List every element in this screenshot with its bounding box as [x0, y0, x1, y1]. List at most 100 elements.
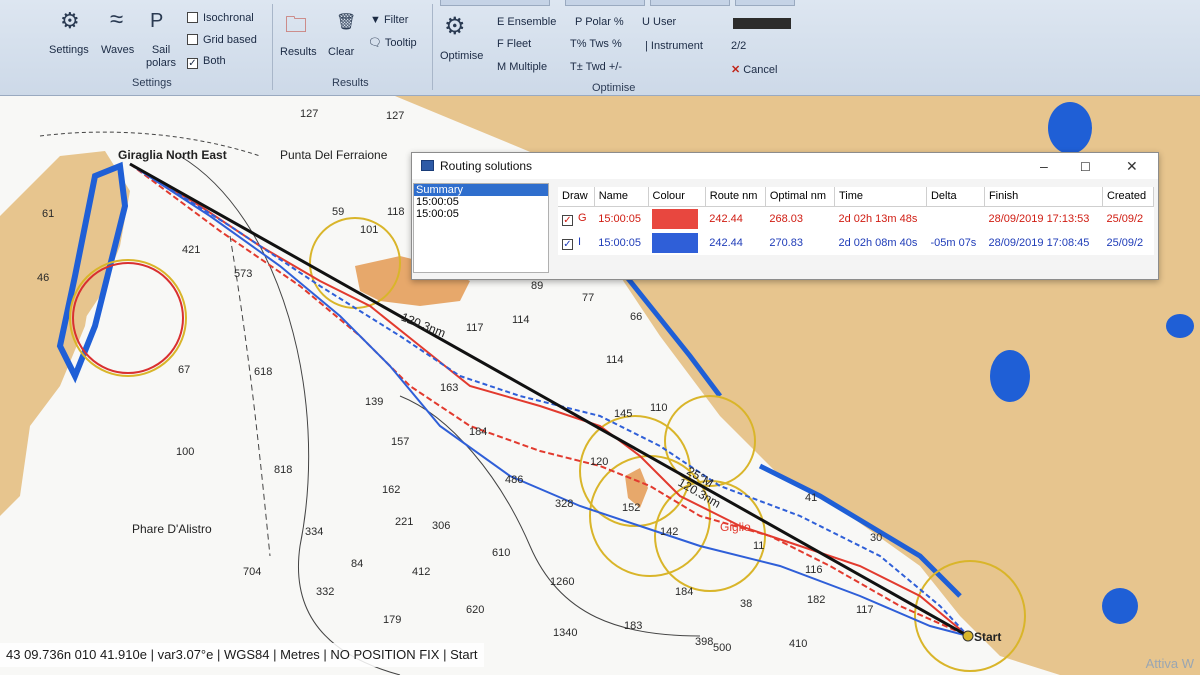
depth-sounding: 127 [300, 108, 319, 120]
column-header-draw[interactable]: Draw [558, 187, 595, 207]
minimize-icon[interactable]: – [1040, 158, 1048, 174]
depth-sounding: 127 [386, 110, 405, 122]
list-item-summary[interactable]: Summary [414, 184, 548, 196]
waves-icon[interactable]: ≈ [110, 6, 123, 34]
cancel-x-icon: ✕ [731, 64, 741, 76]
instrument-button[interactable]: | Instrument [645, 40, 703, 52]
depth-sounding: 1340 [553, 627, 578, 639]
ribbon-tab-tools[interactable] [565, 0, 645, 6]
column-header-time[interactable]: Time [834, 187, 927, 207]
both-checkbox[interactable]: ✓ Both [187, 55, 226, 69]
grid-based-checkbox[interactable]: Grid based [187, 34, 257, 46]
group-separator [272, 4, 273, 90]
close-icon[interactable]: ✕ [1126, 158, 1138, 175]
column-header-created[interactable]: Created [1102, 187, 1155, 207]
name-cell: 15:00:05 [598, 236, 642, 249]
depth-sounding: 30 [870, 532, 883, 544]
column-header-name[interactable]: Name [594, 187, 649, 207]
depth-sounding: 117 [856, 604, 874, 616]
draw-checkbox[interactable]: ✓ [562, 238, 573, 250]
ensemble-button[interactable]: E Ensemble [497, 16, 556, 28]
colour-swatch[interactable] [652, 208, 699, 229]
checkbox-box[interactable] [187, 12, 198, 23]
column-header-delta[interactable]: Delta [926, 187, 985, 207]
table-row[interactable]: ✓ I 15:00:05 242.44 270.83 2d 02h 08m 40s… [558, 231, 1154, 255]
filter-button[interactable]: ▼ Filter [370, 14, 408, 26]
draw-checkbox[interactable]: ✓ [562, 214, 573, 226]
colour-cell[interactable] [648, 206, 705, 231]
clear-button[interactable]: Clear [328, 46, 354, 58]
depth-sounding: 500 [713, 642, 732, 654]
depth-sounding: 11 [753, 540, 765, 552]
depth-sounding: 110 [650, 402, 668, 414]
depth-sounding: 306 [432, 520, 451, 532]
route-letter: G [578, 211, 587, 224]
optimise-button[interactable]: Optimise [440, 50, 483, 62]
dialog-titlebar[interactable]: Routing solutions – ☐ ✕ [412, 153, 1158, 179]
column-header-finish[interactable]: Finish [984, 187, 1103, 207]
sail-polars-button[interactable]: Sail polars [143, 44, 179, 70]
depth-sounding: 157 [391, 436, 410, 448]
depth-sounding: 410 [789, 638, 808, 650]
gear-icon[interactable]: ⚙ [60, 8, 80, 34]
both-label: Both [203, 55, 226, 67]
table-row[interactable]: ✓ G 15:00:05 242.44 268.03 2d 02h 13m 48s… [558, 206, 1154, 231]
column-header-route-nm[interactable]: Route nm [705, 187, 766, 207]
ribbon-tab-optimise[interactable] [440, 0, 550, 6]
group-separator [432, 4, 433, 90]
polar-p-icon[interactable]: P [150, 10, 163, 33]
depth-sounding: 41 [805, 492, 818, 504]
results-button[interactable]: Results [280, 46, 317, 58]
cancel-button[interactable]: ✕ Cancel [731, 63, 777, 76]
depth-sounding: 618 [254, 366, 273, 378]
depth-sounding: 162 [382, 484, 401, 496]
depth-sounding: 412 [412, 566, 431, 578]
user-button[interactable]: U User [642, 16, 676, 28]
solutions-list[interactable]: Summary 15:00:05 15:00:05 [413, 183, 549, 273]
depth-sounding: 398 [695, 636, 714, 648]
depth-sounding: 704 [243, 566, 262, 578]
checkbox-checked[interactable]: ✓ [187, 58, 198, 69]
depth-sounding: 77 [582, 292, 595, 304]
depth-sounding: 163 [440, 382, 459, 394]
settings-button[interactable]: Settings [49, 44, 89, 56]
multiple-button[interactable]: M Multiple [497, 61, 547, 73]
ribbon-tab-playback[interactable] [650, 0, 730, 6]
depth-sounding: 66 [630, 311, 643, 323]
tws-pct-button[interactable]: T% Tws % [570, 38, 622, 50]
maximize-icon[interactable]: ☐ [1080, 160, 1091, 174]
depth-sounding: 67 [178, 364, 191, 376]
fleet-button[interactable]: F Fleet [497, 38, 531, 50]
depth-sounding: 221 [395, 516, 414, 528]
draw-cell[interactable]: ✓ G [558, 206, 594, 231]
ribbon-tab-user[interactable] [735, 0, 795, 6]
column-header-colour[interactable]: Colour [648, 187, 706, 207]
tooltip-button[interactable]: 🗨 Tooltip [368, 36, 417, 49]
list-item[interactable]: 15:00:05 [414, 196, 548, 208]
trash-icon[interactable]: 🗑 [336, 12, 356, 32]
filter-label: Filter [383, 14, 409, 26]
list-item[interactable]: 15:00:05 [414, 208, 548, 220]
route-letter: I [578, 235, 582, 248]
tooltip-icon: 🗨 [368, 37, 385, 49]
created-cell: 25/09/2 [1106, 212, 1144, 225]
polar-pct-button[interactable]: P Polar % [575, 16, 624, 28]
place-label-start: Start [974, 630, 1002, 644]
depth-sounding: 114 [512, 314, 530, 326]
colour-cell[interactable] [648, 231, 705, 255]
tooltip-label: Tooltip [384, 37, 417, 49]
isochronal-checkbox[interactable]: Isochronal [187, 12, 254, 24]
depth-sounding: 101 [360, 224, 379, 236]
checkbox-box[interactable] [187, 34, 198, 45]
depth-sounding: 421 [182, 244, 201, 256]
depth-sounding: 114 [606, 354, 624, 366]
colour-swatch[interactable] [652, 232, 699, 253]
depth-sounding: 117 [466, 322, 484, 334]
optimise-icon[interactable]: ⚙ [444, 12, 466, 41]
twd-button[interactable]: T± Twd +/- [570, 61, 622, 73]
folder-icon[interactable]: 🗀 [285, 8, 307, 46]
draw-cell[interactable]: ✓ I [558, 231, 594, 255]
waves-button[interactable]: Waves [101, 44, 134, 56]
depth-sounding: 145 [614, 408, 633, 420]
column-header-optimal-nm[interactable]: Optimal nm [765, 187, 835, 207]
